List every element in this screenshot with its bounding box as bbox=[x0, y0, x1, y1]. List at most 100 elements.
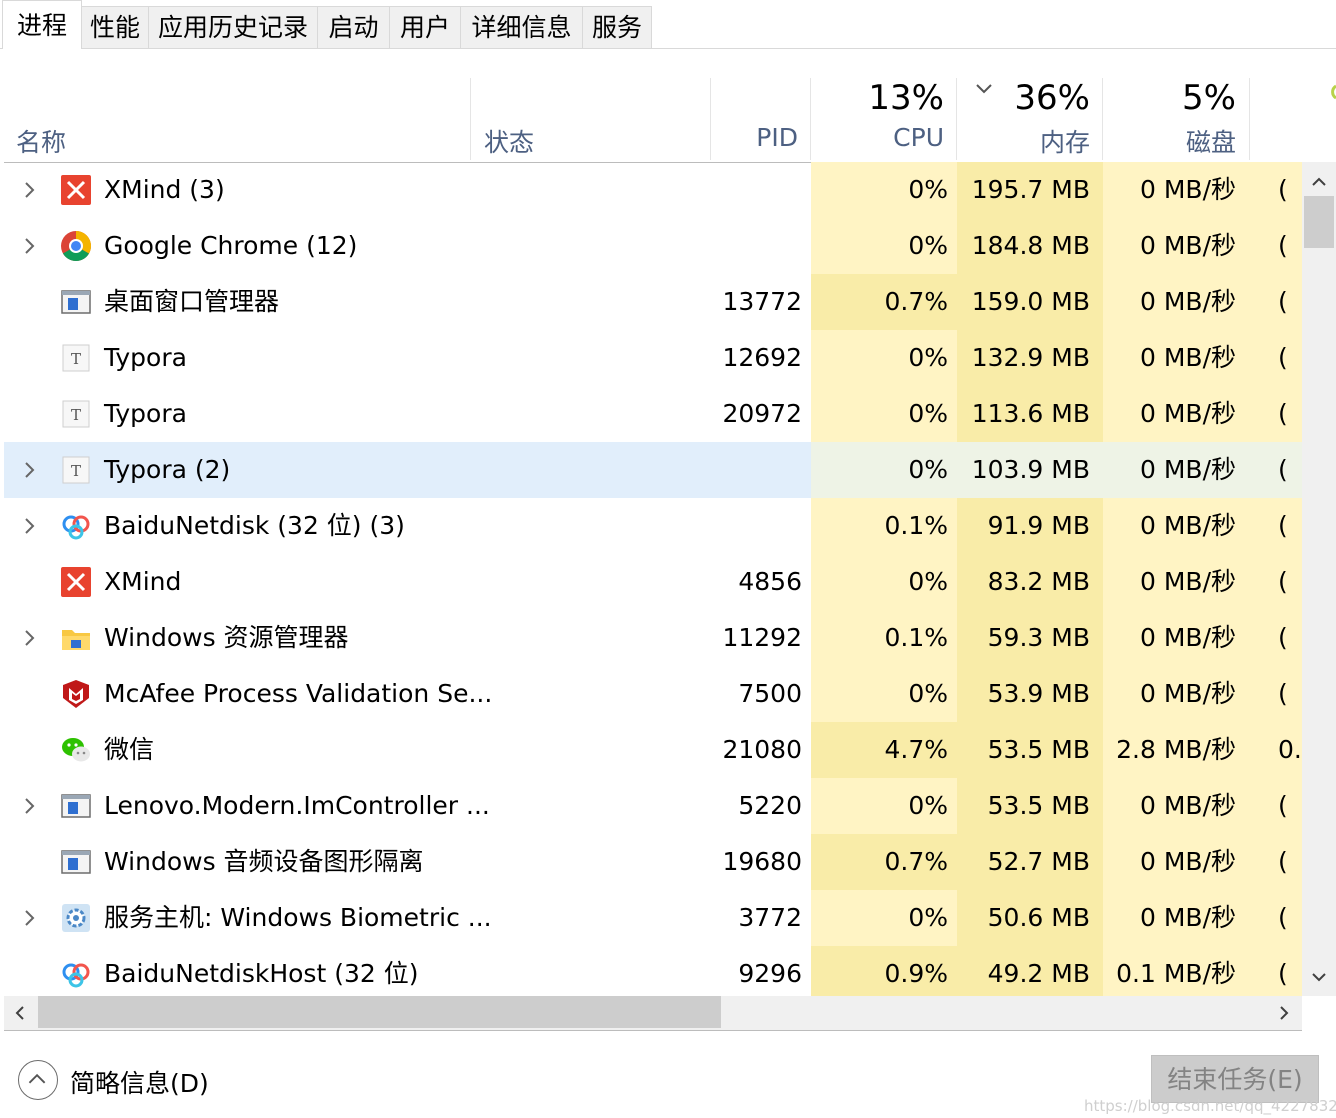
process-cpu: 0% bbox=[908, 455, 948, 484]
column-divider[interactable] bbox=[1249, 78, 1250, 160]
process-memory: 49.2 MB bbox=[987, 959, 1090, 988]
process-memory: 132.9 MB bbox=[971, 343, 1090, 372]
process-network: ( bbox=[1278, 511, 1288, 540]
column-divider[interactable] bbox=[956, 78, 957, 160]
process-row[interactable]: Google Chrome (12) 0% 184.8 MB 0 MB/秒 ( bbox=[4, 218, 1302, 274]
process-pid bbox=[710, 498, 802, 554]
process-disk: 0 MB/秒 bbox=[1140, 847, 1236, 876]
process-cpu: 0% bbox=[908, 679, 948, 708]
expand-chevron-icon[interactable] bbox=[20, 627, 40, 649]
fewer-details-link[interactable]: 简略信息(D) bbox=[70, 1064, 209, 1100]
process-disk: 0 MB/秒 bbox=[1140, 399, 1236, 428]
expand-chevron-icon[interactable] bbox=[20, 459, 40, 481]
expand-chevron-icon[interactable] bbox=[20, 515, 40, 537]
column-divider[interactable] bbox=[810, 78, 811, 160]
process-row[interactable]: Lenovo.Modern.ImController ... 5220 0% 53.5… bbox=[4, 778, 1302, 834]
column-header-status[interactable]: 状态 bbox=[484, 123, 534, 159]
tab-bar: 进程 性能 应用历史记录 启动 用户 详细信息 服务 bbox=[0, 0, 1336, 49]
process-row[interactable]: T Typora (2) 0% 103.9 MB 0 MB/秒 ( bbox=[4, 442, 1302, 498]
svg-text:T: T bbox=[71, 350, 81, 368]
column-divider[interactable] bbox=[710, 78, 711, 160]
tab-details[interactable]: 详细信息 bbox=[460, 6, 583, 48]
process-name: Windows 音频设备图形隔离 bbox=[104, 847, 424, 876]
svg-text:T: T bbox=[71, 406, 81, 424]
tab-services[interactable]: 服务 bbox=[582, 6, 652, 48]
process-row[interactable]: T Typora 12692 0% 132.9 MB 0 MB/秒 ( bbox=[4, 330, 1302, 386]
column-header-disk[interactable]: 磁盘 bbox=[1104, 123, 1236, 159]
xmind-icon bbox=[61, 567, 91, 597]
process-memory: 159.0 MB bbox=[971, 287, 1090, 316]
process-disk: 2.8 MB/秒 bbox=[1116, 735, 1236, 764]
expand-chevron-icon[interactable] bbox=[20, 795, 40, 817]
process-network: ( bbox=[1278, 343, 1288, 372]
process-memory: 53.9 MB bbox=[987, 679, 1090, 708]
vertical-scrollbar-thumb[interactable] bbox=[1304, 196, 1334, 248]
tab-users[interactable]: 用户 bbox=[389, 6, 461, 48]
column-header-memory[interactable]: 内存 bbox=[958, 123, 1090, 159]
process-row[interactable]: T Typora 20972 0% 113.6 MB 0 MB/秒 ( bbox=[4, 386, 1302, 442]
scroll-left-arrow-icon[interactable] bbox=[10, 1003, 30, 1023]
process-network: ( bbox=[1278, 399, 1288, 428]
process-row[interactable]: 微信 21080 4.7% 53.5 MB 2.8 MB/秒 0.: bbox=[4, 722, 1302, 778]
process-row[interactable]: Windows 资源管理器 11292 0.1% 59.3 MB 0 MB/秒 ( bbox=[4, 610, 1302, 666]
scroll-up-arrow-icon[interactable] bbox=[1309, 172, 1329, 192]
process-row[interactable]: 服务主机: Windows Biometric ... 3772 0% 50.6 MB… bbox=[4, 890, 1302, 946]
tab-startup[interactable]: 启动 bbox=[317, 6, 390, 48]
network-header-icon bbox=[1331, 84, 1336, 100]
process-row[interactable]: XMind (3) 0% 195.7 MB 0 MB/秒 ( bbox=[4, 162, 1302, 218]
tab-processes[interactable]: 进程 bbox=[2, 0, 82, 49]
column-divider[interactable] bbox=[1102, 78, 1103, 160]
column-header-pid[interactable]: PID bbox=[712, 123, 798, 152]
process-pid: 4856 bbox=[738, 567, 802, 596]
end-task-button[interactable]: 结束任务(E) bbox=[1151, 1055, 1319, 1103]
mcafee-icon bbox=[63, 680, 89, 708]
column-divider[interactable] bbox=[470, 78, 471, 160]
column-header-cpu[interactable]: CPU bbox=[812, 123, 944, 152]
expand-chevron-icon[interactable] bbox=[20, 235, 40, 257]
process-pid bbox=[710, 442, 802, 498]
column-header-cpu-percent[interactable]: 13% bbox=[812, 78, 944, 118]
process-pid: 5220 bbox=[738, 791, 802, 820]
expand-chevron-icon[interactable] bbox=[20, 907, 40, 929]
vertical-scrollbar[interactable] bbox=[1302, 162, 1336, 996]
process-network: ( bbox=[1278, 959, 1288, 988]
scroll-right-arrow-icon[interactable] bbox=[1274, 1003, 1294, 1023]
process-row[interactable]: BaiduNetdisk (32 位) (3) 0.1% 91.9 MB 0 MB/秒… bbox=[4, 498, 1302, 554]
process-network: ( bbox=[1278, 231, 1288, 260]
xmind-icon bbox=[61, 175, 91, 205]
process-row[interactable]: Windows 音频设备图形隔离 19680 0.7% 52.7 MB 0 MB/秒 ( bbox=[4, 834, 1302, 890]
baidu-netdisk-icon bbox=[62, 515, 90, 540]
horizontal-scrollbar-thumb[interactable] bbox=[38, 996, 721, 1028]
process-cpu: 0% bbox=[908, 567, 948, 596]
scroll-down-arrow-icon[interactable] bbox=[1309, 967, 1329, 987]
process-pid: 9296 bbox=[738, 959, 802, 988]
expand-chevron-icon[interactable] bbox=[20, 179, 40, 201]
process-name: Typora (2) bbox=[104, 455, 231, 484]
process-network: ( bbox=[1278, 623, 1288, 652]
tab-app-history[interactable]: 应用历史记录 bbox=[148, 6, 318, 48]
column-header-name[interactable]: 名称 bbox=[16, 123, 66, 159]
fewer-details-chevron-up-icon[interactable] bbox=[18, 1060, 58, 1100]
process-memory: 184.8 MB bbox=[971, 231, 1090, 260]
column-header-disk-percent[interactable]: 5% bbox=[1104, 78, 1236, 118]
process-name: BaiduNetdisk (32 位) (3) bbox=[104, 511, 405, 540]
process-memory: 50.6 MB bbox=[987, 903, 1090, 932]
process-memory: 59.3 MB bbox=[987, 623, 1090, 652]
process-pid: 7500 bbox=[738, 679, 802, 708]
window-icon bbox=[61, 290, 91, 314]
process-row[interactable]: XMind 4856 0% 83.2 MB 0 MB/秒 ( bbox=[4, 554, 1302, 610]
process-disk: 0.1 MB/秒 bbox=[1116, 959, 1236, 988]
tab-performance[interactable]: 性能 bbox=[81, 6, 149, 48]
process-network: ( bbox=[1278, 567, 1288, 596]
process-name: 微信 bbox=[104, 735, 155, 764]
process-cpu: 0% bbox=[908, 903, 948, 932]
column-header-memory-percent[interactable]: 36% bbox=[958, 78, 1090, 118]
process-pid: 3772 bbox=[738, 903, 802, 932]
process-memory: 53.5 MB bbox=[987, 735, 1090, 764]
process-name: XMind bbox=[104, 567, 182, 596]
process-row[interactable]: 桌面窗口管理器 13772 0.7% 159.0 MB 0 MB/秒 ( bbox=[4, 274, 1302, 330]
process-row[interactable]: McAfee Process Validation Se... 7500 0% 53.… bbox=[4, 666, 1302, 722]
process-row[interactable]: BaiduNetdiskHost (32 位) 9296 0.9% 49.2 MB 0.… bbox=[4, 946, 1302, 996]
process-network: ( bbox=[1278, 175, 1288, 204]
process-disk: 0 MB/秒 bbox=[1140, 455, 1236, 484]
